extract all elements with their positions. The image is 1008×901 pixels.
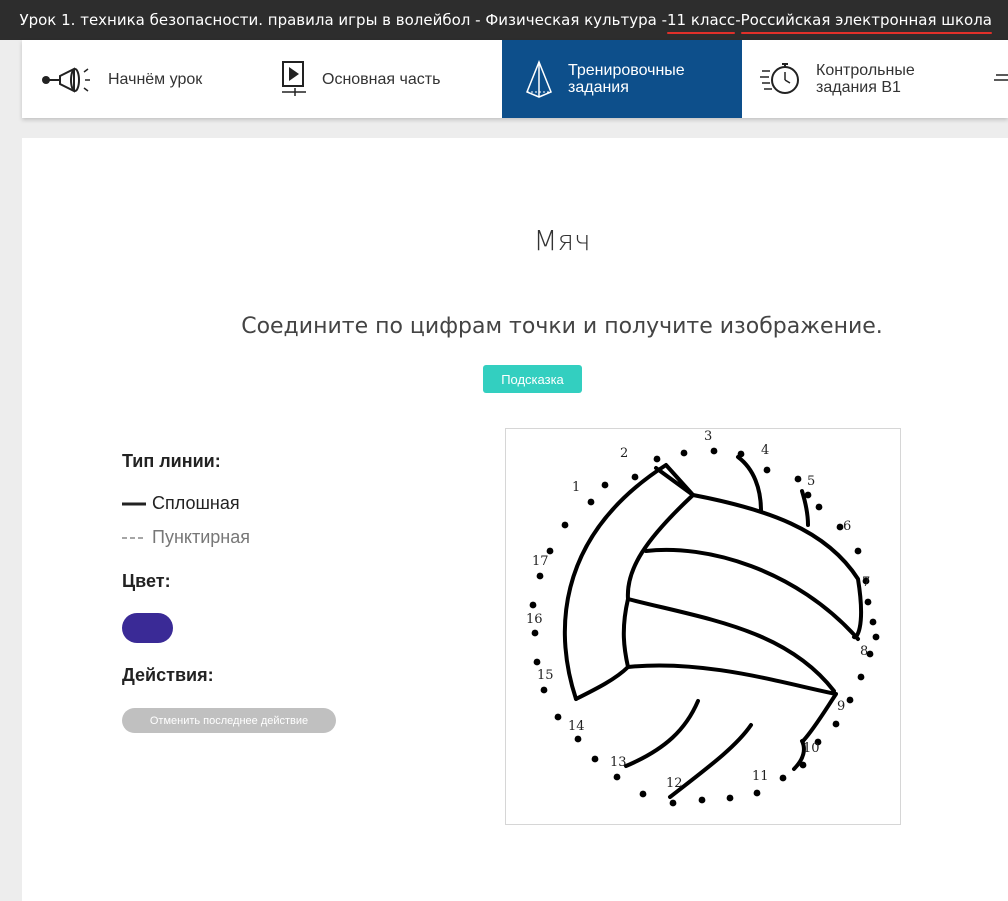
dot-number-label: 14 — [568, 719, 585, 734]
play-icon — [278, 59, 310, 99]
solid-option-label: Сплошная — [152, 493, 240, 513]
title-text-lesson: Урок 1. техника безопасности. правила иг… — [19, 11, 667, 29]
dot-point[interactable] — [864, 598, 872, 606]
dot-point[interactable] — [794, 475, 802, 483]
dot-number-label: 11 — [752, 769, 769, 784]
dot-point[interactable] — [561, 521, 569, 529]
pyramid-icon — [524, 59, 554, 99]
dot-point[interactable] — [531, 629, 539, 637]
dot-number-label: 4 — [761, 443, 769, 458]
dot-number-label: 12 — [666, 776, 683, 791]
dashed-option-label: Пунктирная — [152, 527, 250, 547]
dot-number-label: 3 — [704, 429, 712, 444]
line-type-heading: Тип линии: — [122, 451, 221, 471]
dot-point[interactable] — [574, 735, 582, 743]
dot-point[interactable] — [846, 696, 854, 704]
title-text-site: Российская электронная школа — [740, 11, 993, 34]
ball-seam-bottom-band — [626, 663, 838, 743]
dot-point[interactable] — [779, 774, 787, 782]
dot-number-label: 5 — [807, 474, 815, 489]
ball-seam-lower-left — [574, 665, 630, 701]
dashed-line-icon — [122, 527, 146, 548]
actions-heading: Действия: — [122, 665, 214, 685]
title-text-grade: 11 класс — [666, 11, 736, 34]
dot-point[interactable] — [601, 481, 609, 489]
dot-number-label: 16 — [526, 612, 543, 627]
dot-number-label: 17 — [532, 554, 549, 569]
megaphone-icon — [40, 64, 96, 94]
dot-point[interactable] — [753, 789, 761, 797]
dot-point[interactable] — [533, 658, 541, 666]
dot-number-label: 1 — [572, 480, 580, 495]
solid-line-icon — [122, 493, 146, 514]
ball-seam-band-2 — [626, 597, 836, 693]
exercise-title: Мяч — [533, 224, 591, 257]
dot-point[interactable] — [540, 686, 548, 694]
dot-point[interactable] — [639, 790, 647, 798]
nav-item-next-partial[interactable] — [994, 40, 1008, 118]
dot-number-label: 7 — [862, 575, 870, 590]
dot-point[interactable] — [554, 713, 562, 721]
nav-item-control-tasks[interactable]: Контрольные задания B1 — [760, 40, 960, 118]
dot-point[interactable] — [631, 473, 639, 481]
list-icon — [994, 69, 1008, 89]
color-swatch[interactable] — [122, 613, 173, 643]
dot-point[interactable] — [613, 773, 621, 781]
dot-point[interactable] — [832, 720, 840, 728]
dot-point[interactable] — [726, 794, 734, 802]
dot-point[interactable] — [536, 572, 544, 580]
dot-number-label: 10 — [803, 741, 820, 756]
ball-drawing: 1234567891011121314151617 — [526, 429, 880, 807]
ball-seam-inner-left — [621, 493, 695, 669]
exercise-instruction: Соедините по цифрам точки и получите изо… — [241, 314, 883, 339]
nav-label-start-lesson: Начнём урок — [108, 70, 203, 88]
dot-point[interactable] — [804, 491, 812, 499]
dot-point[interactable] — [669, 799, 677, 807]
dot-to-dot-canvas[interactable]: 1 2 3 4 5 6 7 8 9 10 11 12 13 14 15 16 17 — [505, 428, 901, 825]
dot-number-label: 13 — [610, 755, 627, 770]
nav-item-main-part[interactable]: Основная часть — [278, 40, 488, 118]
dot-point[interactable] — [680, 449, 688, 457]
line-type-solid-option[interactable]: Сплошная — [122, 493, 240, 514]
hint-button[interactable]: Подсказка — [483, 365, 582, 393]
dot-number-label: 9 — [837, 699, 845, 714]
dot-point[interactable] — [587, 498, 595, 506]
nav-item-start-lesson[interactable]: Начнём урок — [40, 40, 260, 118]
line-type-dashed-option[interactable]: Пунктирная — [122, 527, 250, 548]
dot-point[interactable] — [815, 503, 823, 511]
color-heading: Цвет: — [122, 571, 171, 591]
dot-point[interactable] — [710, 447, 718, 455]
undo-last-action-button[interactable]: Отменить последнее действие — [122, 708, 336, 733]
ball-seam-13 — [624, 699, 700, 768]
dot-point[interactable] — [799, 761, 807, 769]
dot-number-label: 6 — [843, 519, 851, 534]
dot-point[interactable] — [763, 466, 771, 474]
ball-seam-4 — [736, 455, 763, 513]
lesson-nav-bar: Начнём урок Основная часть Тренировочные… — [22, 40, 1008, 118]
exercise-card: Мяч Соедините по цифрам точки и получите… — [22, 138, 1008, 901]
dot-point[interactable] — [529, 601, 537, 609]
dot-point[interactable] — [591, 755, 599, 763]
dot-number-label: 15 — [537, 668, 554, 683]
dot-number-label: 2 — [620, 446, 628, 461]
nav-label-control-tasks: Контрольные задания B1 — [816, 62, 915, 96]
dot-point[interactable] — [653, 455, 661, 463]
dot-point[interactable] — [869, 618, 877, 626]
dot-point[interactable] — [854, 547, 862, 555]
dot-point[interactable] — [872, 633, 880, 641]
ball-seam-band-1 — [644, 547, 860, 641]
nav-label-training-tasks: Тренировочные задания — [568, 62, 685, 96]
dot-point[interactable] — [698, 796, 706, 804]
window-title-bar: Урок 1. техника безопасности. правила иг… — [0, 0, 1008, 40]
dot-point[interactable] — [857, 673, 865, 681]
dot-set — [529, 447, 880, 807]
stopwatch-icon — [760, 59, 804, 99]
dot-point[interactable] — [737, 450, 745, 458]
nav-item-training-tasks[interactable]: Тренировочные задания — [502, 40, 742, 118]
dot-number-label: 8 — [860, 644, 868, 659]
nav-label-main-part: Основная часть — [322, 70, 441, 88]
